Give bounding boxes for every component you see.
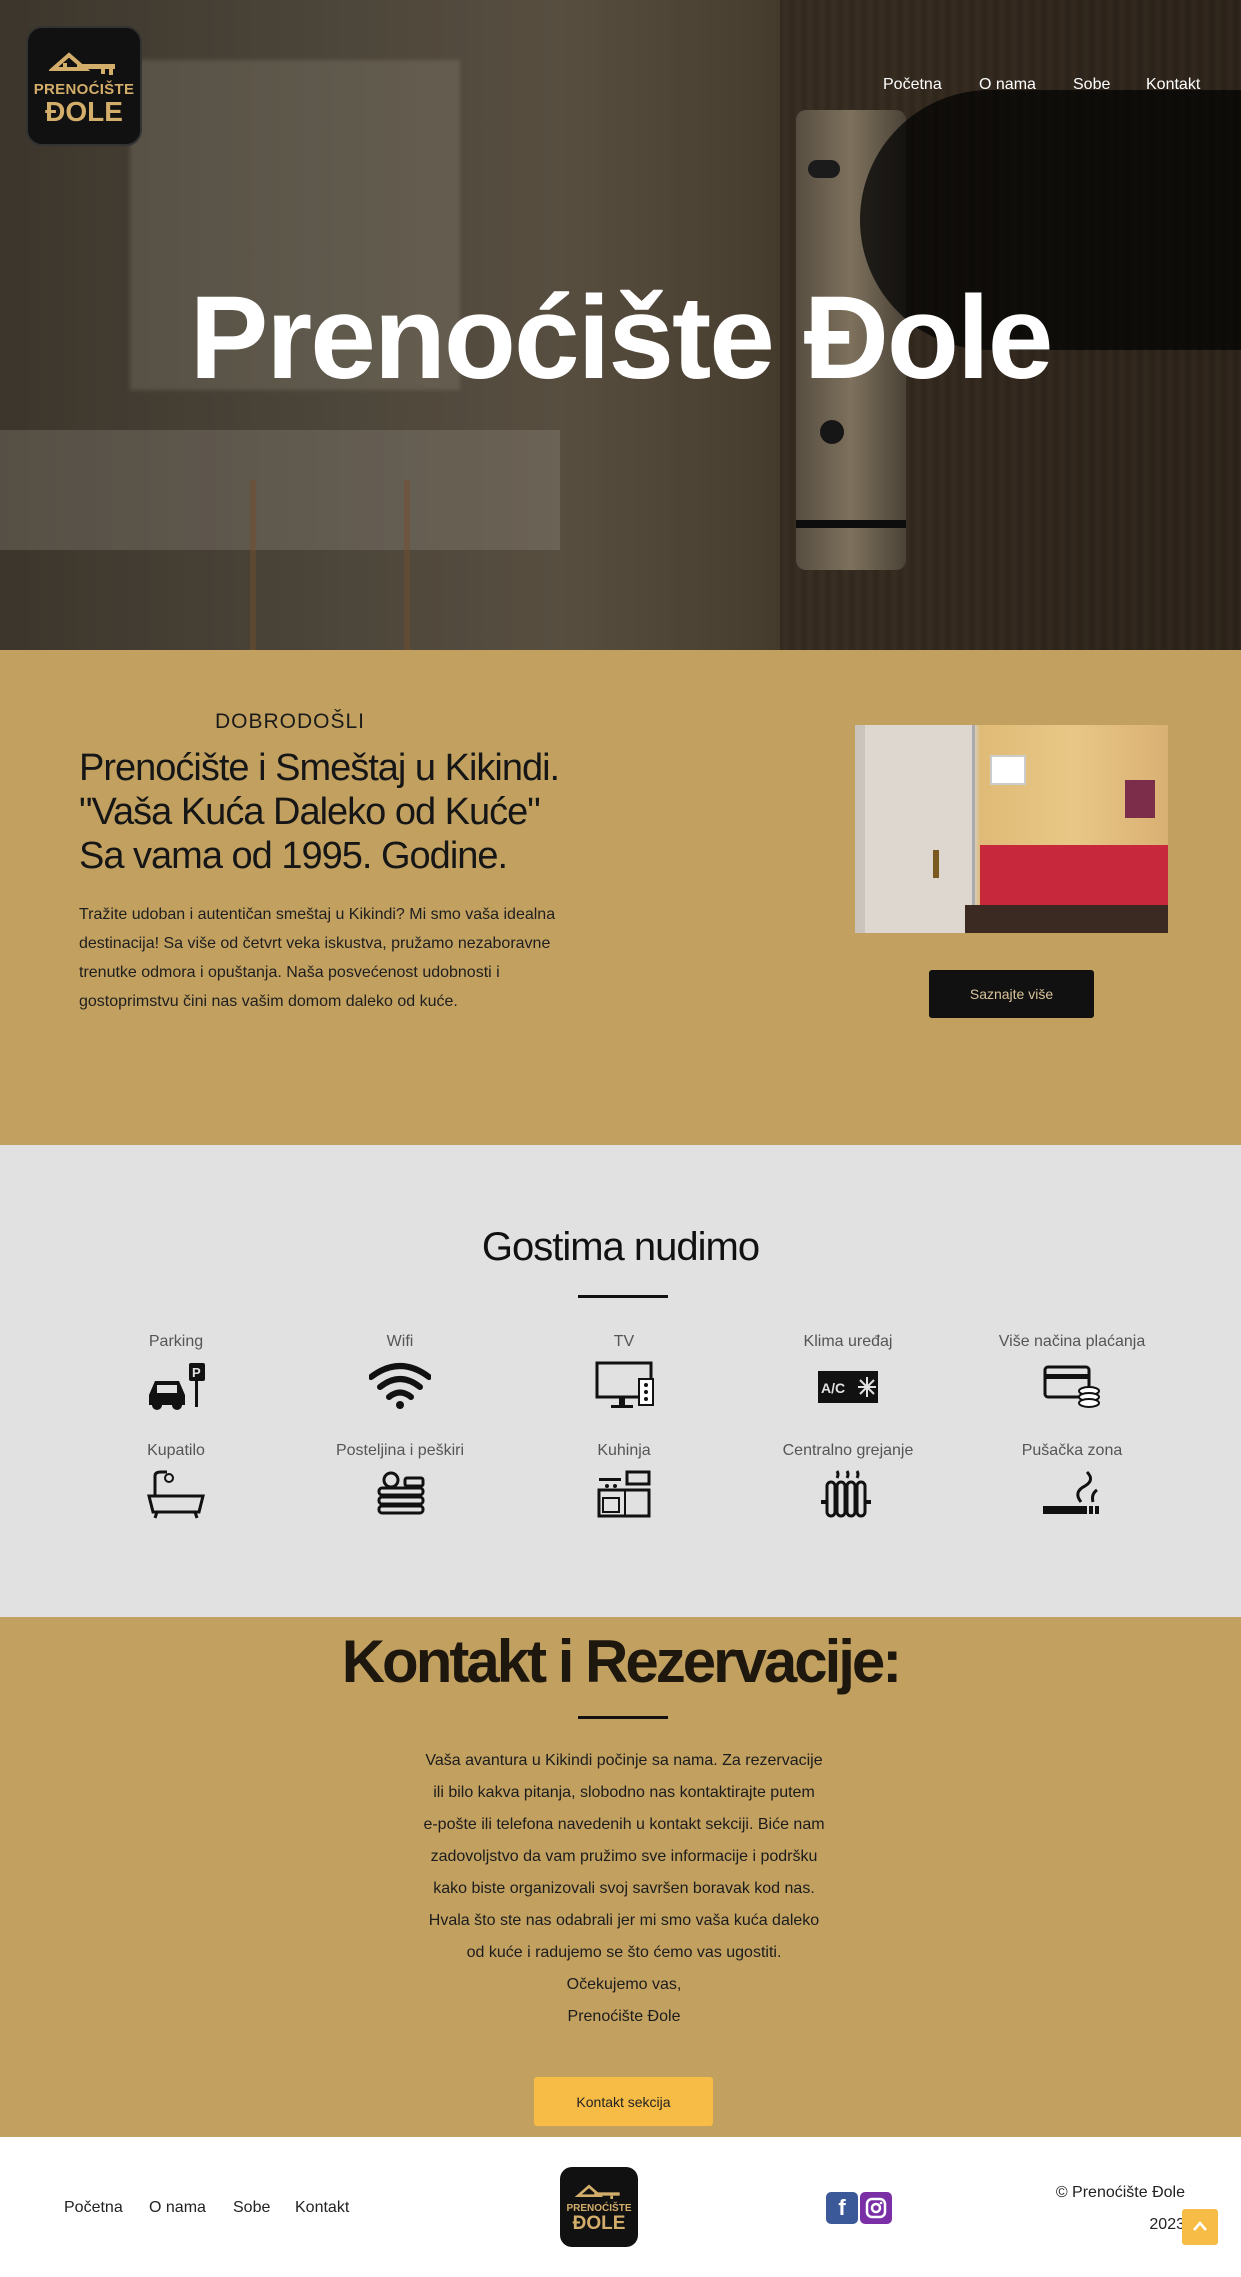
air-conditioner-icon: A/C <box>818 1371 878 1403</box>
service-label: TV <box>613 1333 635 1350</box>
service-ac: Klima uređaj A/C <box>748 1333 948 1411</box>
service-label: Parking <box>148 1333 204 1350</box>
footer-nav-pocetna[interactable]: Početna <box>64 2199 123 2217</box>
welcome-heading-line: Prenoćište i Smeštaj u Kikindi. <box>79 747 560 789</box>
contact-line: Vaša avantura u Kikindi počinje sa nama.… <box>425 1752 823 1769</box>
copyright-year: 2023 <box>1149 2216 1185 2233</box>
footer-nav-sobe[interactable]: Sobe <box>233 2199 270 2217</box>
service-label: Kuhinja <box>597 1442 651 1459</box>
service-label: Više načina plaćanja <box>998 1333 1146 1350</box>
service-tv: TV <box>524 1333 724 1411</box>
contact-line: od kuće i radujemo se što ćemo vas ugost… <box>466 1944 782 1961</box>
welcome-heading-line: Sa vama od 1995. Godine. <box>79 835 508 877</box>
welcome-body: Tražite udoban i autentičan smeštaj u Ki… <box>79 906 556 1010</box>
contact-title: Kontakt i Rezervacije: <box>341 1628 903 1695</box>
contact-line: Hvala što ste nas odabrali jer mi smo va… <box>428 1912 820 1929</box>
service-label: Kupatilo <box>147 1442 205 1459</box>
logo-line1: PRENOĆIŠTE <box>33 80 135 98</box>
hero-title: Prenoćište Đole <box>189 272 1054 404</box>
logo-line2: ĐOLE <box>45 95 123 127</box>
footer-logo-line2: ĐOLE <box>572 2213 626 2234</box>
service-smoking: Pušačka zona <box>972 1442 1172 1520</box>
nav-item-kontakt[interactable]: Kontakt <box>1146 76 1200 94</box>
service-linen: Posteljina i peškiri <box>300 1442 500 1520</box>
service-label: Posteljina i peškiri <box>335 1442 465 1459</box>
footer-nav-o-nama[interactable]: O nama <box>149 2199 206 2217</box>
scroll-to-top-icon[interactable] <box>1182 2209 1218 2245</box>
facebook-icon[interactable]: f <box>826 2192 858 2224</box>
services-title: Gostima nudimo <box>481 1225 760 1269</box>
svg-text:A/C: A/C <box>821 1380 845 1396</box>
contact-line: ili bilo kakva pitanja, slobodno nas kon… <box>433 1784 815 1801</box>
smoking-icon <box>1043 1470 1099 1514</box>
welcome-kicker: DOBRODOŠLI <box>214 710 366 733</box>
house-key-icon <box>49 47 119 77</box>
footer: Početna O nama Sobe Kontakt PRENOĆIŠTE Đ… <box>0 2137 1241 2277</box>
nav-item-sobe[interactable]: Sobe <box>1073 76 1110 94</box>
kitchen-icon <box>597 1470 651 1518</box>
service-label: Klima uređaj <box>803 1333 893 1350</box>
service-kitchen: Kuhinja <box>524 1442 724 1520</box>
contact-section: Kontakt i Rezervacije: Vaša avantura u K… <box>0 1617 1241 2137</box>
site-logo[interactable]: PRENOĆIŠTE ĐOLE <box>26 26 142 146</box>
hero-section: PRENOĆIŠTE ĐOLE Početna O nama Sobe Kont… <box>0 0 1241 650</box>
service-wifi: Wifi <box>300 1333 500 1411</box>
svg-text:P: P <box>192 1365 201 1380</box>
copyright: © Prenoćište Đole 2023 <box>1030 2177 1185 2241</box>
parking-car-icon: P <box>149 1363 205 1410</box>
radiator-icon <box>821 1470 871 1518</box>
tv-icon <box>595 1361 654 1408</box>
welcome-section: DOBRODOŠLI Prenoćište i Smeštaj u Kikind… <box>0 650 1241 1145</box>
learn-more-button[interactable]: Saznajte više <box>929 970 1094 1018</box>
nav-item-pocetna[interactable]: Početna <box>883 76 942 94</box>
instagram-icon[interactable] <box>860 2192 892 2224</box>
services-section: Gostima nudimo Parking P Wifi TV Klima u… <box>0 1145 1241 1617</box>
bathtub-icon <box>147 1470 205 1519</box>
service-label: Pušačka zona <box>1021 1442 1123 1459</box>
contact-body: Vaša avantura u Kikindi počinje sa nama.… <box>370 1745 878 2033</box>
contact-line: e-pošte ili telefona navedenih u kontakt… <box>423 1816 825 1833</box>
service-bathroom: Kupatilo <box>76 1442 276 1520</box>
nav-item-o-nama[interactable]: O nama <box>979 76 1036 94</box>
copyright-line: © Prenoćište Đole <box>1055 2184 1185 2201</box>
service-heating: Centralno grejanje <box>748 1442 948 1520</box>
contact-line: Očekujemo vas, <box>566 1976 682 1993</box>
footer-logo[interactable]: PRENOĆIŠTE ĐOLE <box>560 2167 638 2247</box>
footer-nav-kontakt[interactable]: Kontakt <box>295 2199 349 2217</box>
contact-divider <box>578 1716 668 1719</box>
contact-section-button[interactable]: Kontakt sekcija <box>534 2077 713 2126</box>
welcome-heading: Prenoćište i Smeštaj u Kikindi. "Vaša Ku… <box>79 746 619 878</box>
service-label: Centralno grejanje <box>782 1442 914 1459</box>
payment-card-icon <box>1043 1365 1100 1408</box>
room-photo <box>855 725 1168 933</box>
house-key-icon <box>575 2184 620 2199</box>
services-divider <box>578 1295 668 1298</box>
wifi-icon <box>369 1363 431 1409</box>
contact-line: zadovoljstvo da vam pružimo sve informac… <box>430 1848 818 1865</box>
contact-line: kako biste organizovali svoj savršen bor… <box>433 1880 815 1897</box>
service-payment: Više načina plaćanja <box>972 1333 1172 1411</box>
service-parking: Parking P <box>76 1333 276 1411</box>
welcome-heading-line: "Vaša Kuća Daleko od Kuće" <box>79 791 541 833</box>
towels-icon <box>377 1471 425 1515</box>
service-label: Wifi <box>386 1333 414 1350</box>
contact-line: Prenoćište Đole <box>567 2008 681 2025</box>
